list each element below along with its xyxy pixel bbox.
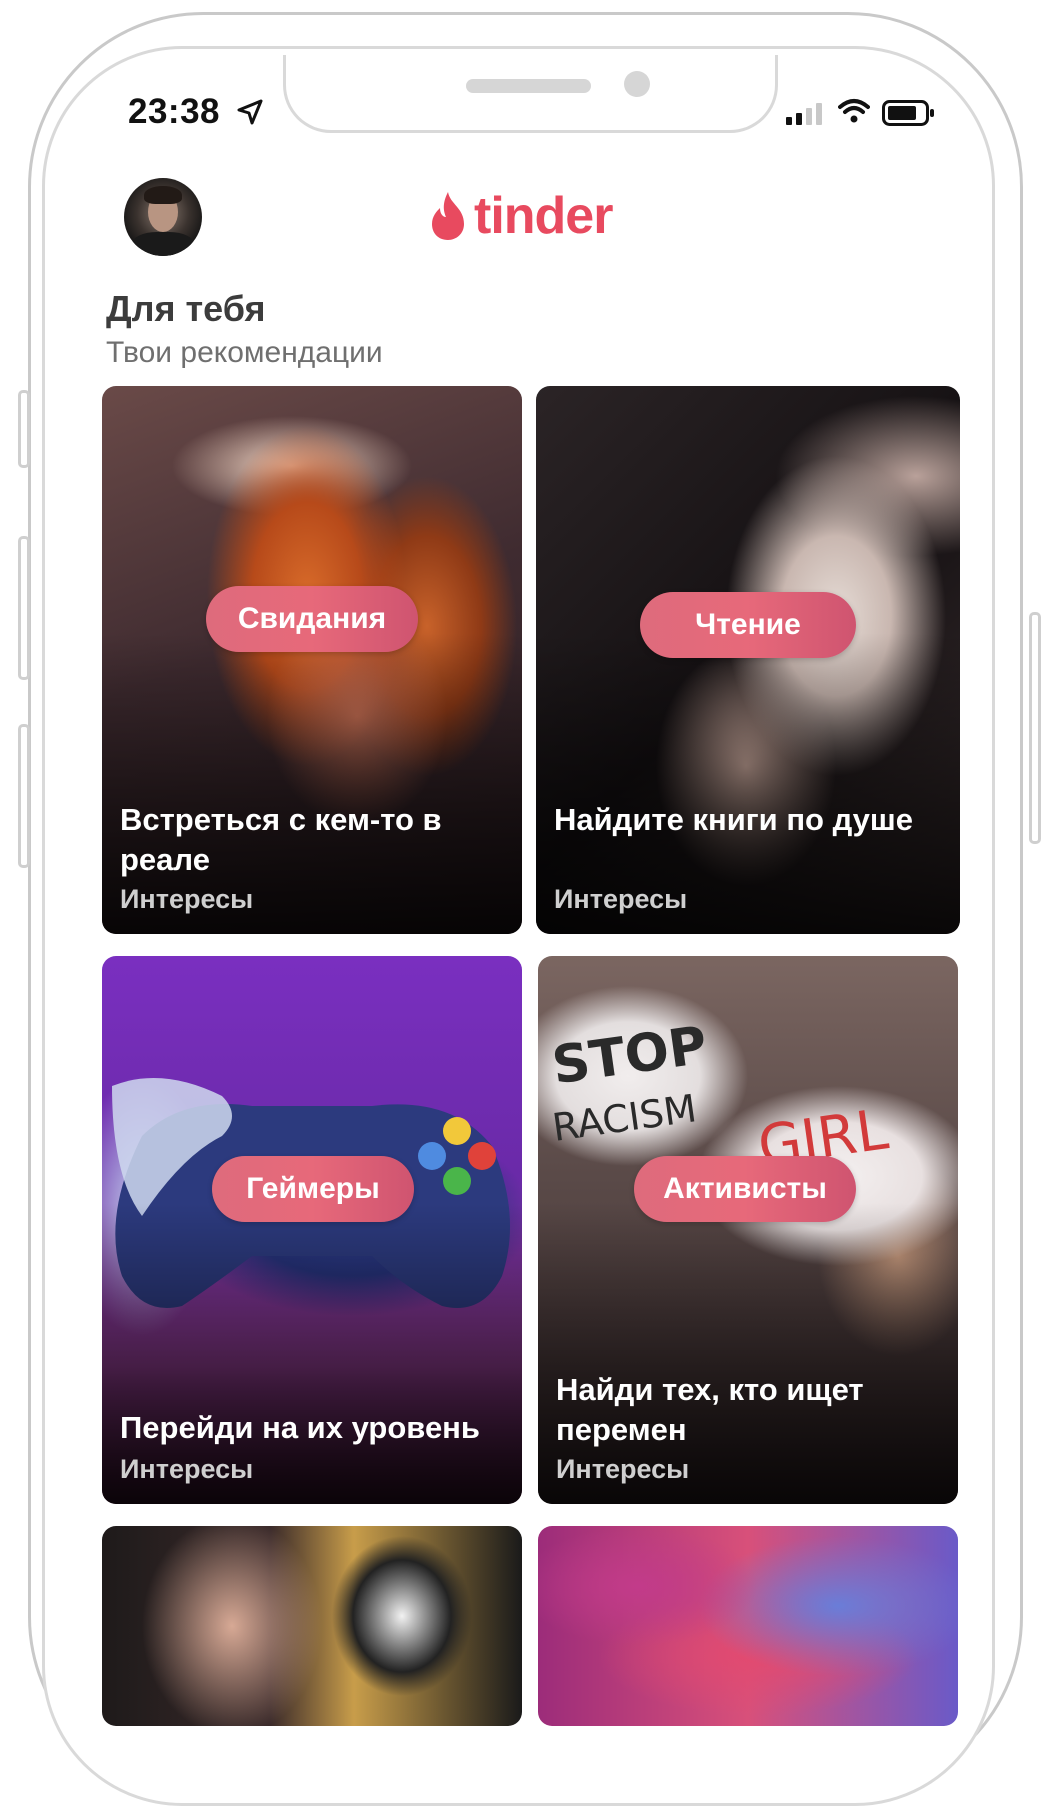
- section-title: Для тебя: [106, 288, 266, 329]
- status-time: 23:38: [128, 92, 221, 131]
- speaker-grille: [466, 79, 591, 93]
- section-subtitle: Твои рекомендации: [106, 336, 383, 369]
- location-arrow-icon: [237, 99, 263, 125]
- card-pill-label: Чтение: [640, 592, 856, 658]
- card-title: Найди тех, кто ищет перемен: [556, 1372, 864, 1447]
- sign-racism-graphic: RACISM: [549, 1086, 700, 1150]
- wifi-icon: [838, 99, 870, 123]
- card-tag: Интересы: [554, 884, 688, 914]
- card-pill-label: Геймеры: [212, 1156, 414, 1222]
- profile-avatar[interactable]: [124, 178, 202, 256]
- card-tag: Интересы: [556, 1454, 690, 1484]
- sign-stop-racism-graphic: STOP: [548, 1015, 711, 1097]
- card-pets-partial[interactable]: [102, 1526, 522, 1726]
- card-reading[interactable]: Чтение Найдите книги по душе Интересы: [536, 386, 960, 934]
- volume-down-button: [18, 724, 30, 868]
- card-tag: Интересы: [120, 884, 254, 914]
- flame-icon: [432, 192, 464, 240]
- notch: [283, 55, 778, 133]
- card-gamers[interactable]: Геймеры Перейди на их уровень Интересы: [102, 956, 522, 1504]
- card-title: Найдите книги по душе: [554, 802, 913, 837]
- card-activists[interactable]: STOP RACISM GIRL Активисты Найди тех, кт…: [538, 956, 958, 1504]
- volume-up-button: [18, 536, 30, 680]
- tinder-logo: tinder: [428, 186, 613, 246]
- card-pill-label: Активисты: [634, 1156, 856, 1222]
- card-title: Перейди на их уровень: [120, 1410, 480, 1445]
- battery-icon: [882, 100, 934, 126]
- front-camera: [624, 71, 650, 97]
- card-dating[interactable]: Свидания Встреться с кем-то в реале Инте…: [102, 386, 522, 934]
- card-art-partial[interactable]: [538, 1526, 958, 1726]
- logo-wordmark: tinder: [474, 187, 613, 245]
- cellular-signal-icon: [786, 103, 822, 125]
- power-button: [1029, 612, 1041, 844]
- card-pill-label: Свидания: [206, 586, 418, 652]
- mute-switch: [18, 390, 30, 468]
- card-tag: Интересы: [120, 1454, 254, 1484]
- card-title: Встреться с кем-то в реале: [120, 802, 442, 877]
